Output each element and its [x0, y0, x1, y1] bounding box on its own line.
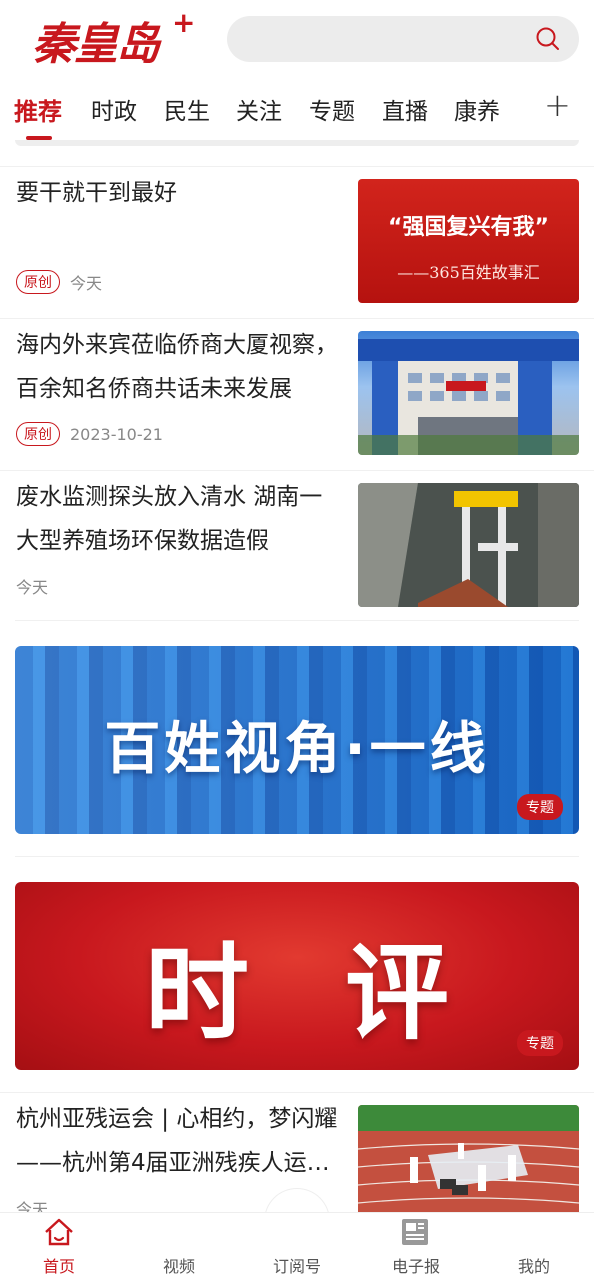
- topic-badge: 专题: [517, 1030, 563, 1056]
- news-item[interactable]: 废水监测探头放入清水 湖南一大型养殖场环保数据造假 今天: [0, 470, 594, 622]
- topic-banner[interactable]: 时评 专题: [15, 882, 579, 1070]
- news-time: 今天: [16, 578, 49, 597]
- thumbnail-subtitle: ——365百姓故事汇: [397, 263, 540, 282]
- channel-tabs: 推荐 时政 民生 关注 专题 直播 康养 +: [0, 84, 594, 140]
- section-divider: [15, 856, 579, 857]
- topic-banner[interactable]: 百姓视角·一线 专题: [15, 646, 579, 834]
- nav-newspaper[interactable]: 电子报: [366, 1213, 466, 1280]
- nav-home[interactable]: 首页: [9, 1213, 109, 1280]
- original-badge: 原创: [16, 270, 60, 294]
- track-photo: [358, 1105, 579, 1229]
- banner-title: 百姓视角·一线: [104, 717, 490, 782]
- bottom-navigation: 首页 视频 订阅号 电子报 我的: [0, 1212, 594, 1280]
- scroll-edge: [15, 140, 579, 146]
- news-title[interactable]: 杭州亚残运会 | 心相约，梦闪耀——杭州第4届亚洲残疾人运动会: [16, 1097, 344, 1185]
- home-icon: [45, 1218, 73, 1246]
- nav-label: 电子报: [391, 1257, 440, 1276]
- news-time: 2023-10-21: [70, 424, 163, 444]
- app-logo[interactable]: 秦皇岛: [32, 8, 160, 72]
- nav-subscribe[interactable]: 订阅号: [247, 1213, 347, 1280]
- tab-livelihood[interactable]: 民生: [164, 92, 210, 126]
- add-channel-button[interactable]: +: [544, 86, 571, 124]
- news-thumbnail[interactable]: [358, 1105, 579, 1229]
- nav-label: 订阅号: [272, 1257, 321, 1276]
- tab-live[interactable]: 直播: [382, 92, 428, 126]
- newspaper-icon: [402, 1219, 428, 1245]
- monitoring-photo: [358, 483, 579, 607]
- news-thumbnail[interactable]: [358, 483, 579, 607]
- nav-label: 视频: [162, 1257, 195, 1276]
- tab-health[interactable]: 康养: [454, 92, 500, 126]
- news-thumbnail[interactable]: [358, 331, 579, 455]
- news-meta: 今天: [16, 573, 48, 599]
- news-item[interactable]: 海内外来宾莅临侨商大厦视察，百余知名侨商共话未来发展 原创 2023-10-21: [0, 318, 594, 470]
- news-title[interactable]: 要干就干到最好: [16, 171, 344, 215]
- section-divider: [15, 620, 579, 621]
- search-input[interactable]: [227, 16, 579, 62]
- nav-profile[interactable]: 我的: [484, 1213, 584, 1280]
- news-item[interactable]: 要干就干到最好 原创 今天 “强国复兴有我” ——365百姓故事汇: [0, 166, 594, 318]
- tab-topics[interactable]: 专题: [309, 92, 355, 126]
- building-photo: [358, 339, 579, 455]
- news-title[interactable]: 海内外来宾莅临侨商大厦视察，百余知名侨商共话未来发展: [16, 323, 344, 411]
- nav-video[interactable]: 视频: [129, 1213, 229, 1280]
- news-thumbnail[interactable]: “强国复兴有我” ——365百姓故事汇: [358, 179, 579, 303]
- app-header: 秦皇岛 +: [0, 0, 594, 80]
- topic-badge: 专题: [517, 794, 563, 820]
- original-badge: 原创: [16, 422, 60, 446]
- logo-plus-mark: +: [172, 6, 196, 39]
- tab-recommend[interactable]: 推荐: [14, 92, 62, 127]
- news-time: 今天: [70, 274, 103, 293]
- nav-label: 首页: [42, 1257, 75, 1276]
- news-meta: 原创 今天: [16, 269, 102, 295]
- news-meta: 原创 2023-10-21: [16, 421, 163, 447]
- tab-politics[interactable]: 时政: [91, 92, 137, 126]
- search-icon[interactable]: [535, 26, 561, 52]
- news-title[interactable]: 废水监测探头放入清水 湖南一大型养殖场环保数据造假: [16, 475, 344, 563]
- thumbnail-headline: “强国复兴有我”: [388, 215, 549, 240]
- nav-label: 我的: [517, 1257, 550, 1276]
- banner-title: 时评: [144, 931, 545, 1054]
- tab-focus[interactable]: 关注: [236, 92, 282, 126]
